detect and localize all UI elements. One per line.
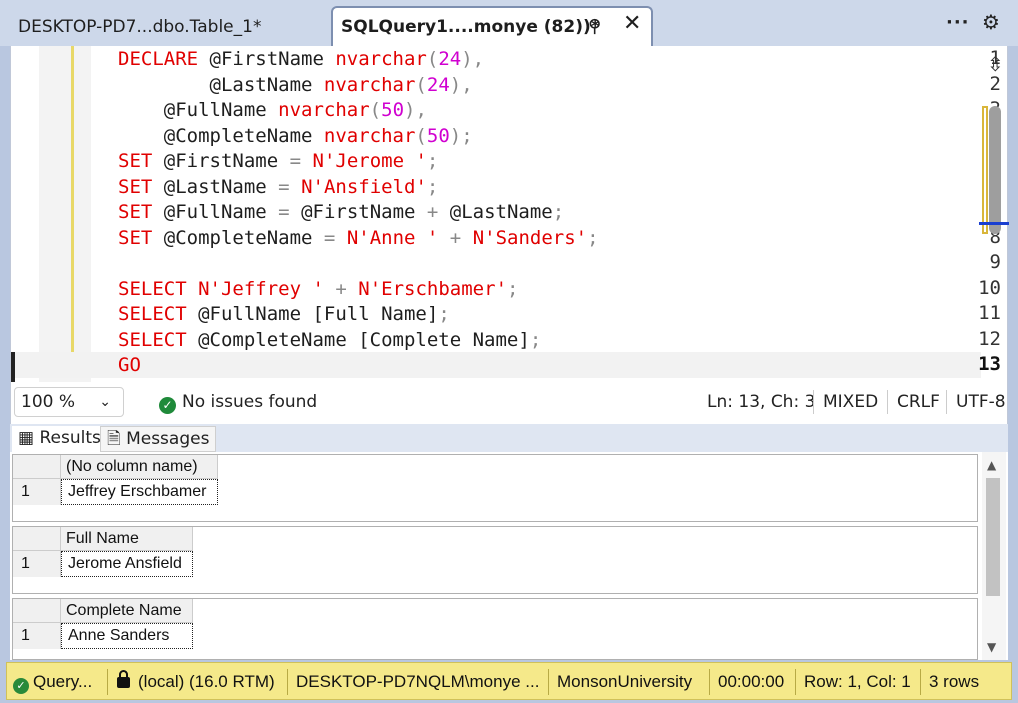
- line-ending[interactable]: CRLF: [897, 392, 940, 412]
- code-line-13: GO: [118, 354, 141, 376]
- split-editor-icon[interactable]: ⇳: [987, 52, 1004, 76]
- editor-scrollbar-thumb[interactable]: [989, 106, 1001, 234]
- grid-cell[interactable]: Jeffrey Erschbamer: [61, 479, 218, 505]
- cursor-position[interactable]: Ln: 13, Ch: 3: [707, 392, 815, 412]
- tab-sqlquery1[interactable]: SQLQuery1....monye (82))* ⚲ ✕: [331, 6, 653, 46]
- issues-text: No issues found: [182, 392, 318, 412]
- caret-position-marker: [979, 222, 1009, 225]
- result-grid-1[interactable]: (No column name) 1 Jeffrey Erschbamer: [12, 454, 978, 522]
- result-grid-3[interactable]: Complete Name 1 Anne Sanders: [12, 598, 978, 660]
- line-number: 12: [978, 328, 1001, 350]
- query-status: ✓ Query...: [13, 672, 92, 694]
- server-text: (local) (16.0 RTM): [138, 672, 275, 691]
- grid-corner: [13, 527, 61, 551]
- column-header[interactable]: Complete Name: [61, 599, 193, 623]
- line-number: 13: [978, 353, 1001, 375]
- row-number[interactable]: 1: [13, 623, 61, 649]
- line-number: 11: [978, 302, 1001, 324]
- tab-label: SQLQuery1....monye (82))*: [341, 17, 600, 37]
- tab-results[interactable]: ▦ Results: [12, 426, 107, 452]
- code-line-6: SET @LastName = N'Ansfield';: [118, 176, 439, 198]
- database-name: MonsonUniversity: [557, 672, 693, 691]
- results-pane: (No column name) 1 Jeffrey Erschbamer Fu…: [10, 452, 1008, 660]
- file-encoding[interactable]: UTF-8: [956, 392, 1006, 412]
- result-grid-2[interactable]: Full Name 1 Jerome Ansfield: [12, 526, 978, 594]
- chevron-down-icon: ⌄: [99, 394, 111, 410]
- tab-messages[interactable]: 🗎 Messages: [100, 426, 217, 452]
- more-options-icon[interactable]: ···: [946, 12, 970, 33]
- server-info: (local) (16.0 RTM): [117, 670, 275, 692]
- code-editor[interactable]: 1 2 3 4 5 6 7 8 9 10 11 12 13 DECLARE @F…: [10, 46, 1009, 382]
- line-number: 9: [989, 251, 1001, 273]
- issues-indicator[interactable]: ✓ No issues found: [159, 392, 317, 414]
- grid-cell[interactable]: Jerome Ansfield: [61, 551, 193, 577]
- grid-corner: [13, 455, 61, 479]
- column-header[interactable]: Full Name: [61, 527, 193, 551]
- results-tab-strip: ▦ Results 🗎 Messages: [10, 424, 1008, 452]
- grid-corner: [13, 599, 61, 623]
- column-header[interactable]: (No column name): [61, 455, 218, 479]
- code-line-7: SET @FullName = @FirstName + @LastName;: [118, 201, 565, 223]
- current-line-highlight: [11, 352, 981, 378]
- editor-status-row: 100 % ⌄ ✓ No issues found Ln: 13, Ch: 3 M…: [10, 382, 1008, 424]
- grid-cell[interactable]: Anne Sanders: [61, 623, 193, 649]
- line-number-gutter: [39, 46, 91, 382]
- indentation-mode[interactable]: MIXED: [823, 392, 878, 412]
- success-icon: ✓: [13, 678, 29, 694]
- line-number: 2: [989, 73, 1001, 95]
- code-line-5: SET @FirstName = N'Jerome ';: [118, 150, 439, 172]
- code-line-11: SELECT @FullName [Full Name];: [118, 303, 450, 325]
- check-icon: ✓: [159, 397, 176, 414]
- query-status-text: Query...: [33, 672, 93, 691]
- zoom-value: 100 %: [21, 392, 76, 412]
- zoom-select[interactable]: 100 % ⌄: [14, 387, 124, 417]
- pin-icon[interactable]: ⚲: [588, 16, 601, 37]
- row-number[interactable]: 1: [13, 551, 61, 577]
- lock-icon: [117, 670, 130, 688]
- code-line-3: @FullName nvarchar(50),: [118, 99, 427, 121]
- tab-label: Messages: [126, 429, 210, 449]
- code-line-4: @CompleteName nvarchar(50);: [118, 125, 473, 147]
- gear-icon[interactable]: ⚙: [982, 10, 1000, 34]
- code-line-2: @LastName nvarchar(24),: [118, 74, 473, 96]
- document-tab-strip: DESKTOP-PD7...dbo.Table_1* SQLQuery1....…: [0, 0, 1018, 46]
- code-line-1: DECLARE @FirstName nvarchar(24),: [118, 48, 485, 70]
- scroll-down-icon[interactable]: ▼: [987, 640, 996, 654]
- scroll-marker: [982, 106, 988, 234]
- scroll-up-icon[interactable]: ▲: [987, 458, 996, 472]
- tab-label: Results: [39, 428, 101, 448]
- line-number: 10: [978, 277, 1001, 299]
- row-number[interactable]: 1: [13, 479, 61, 505]
- results-scrollbar[interactable]: ▲ ▼: [982, 452, 1006, 660]
- tab-label: DESKTOP-PD7...dbo.Table_1*: [18, 17, 262, 37]
- query-status-bar: ✓ Query... (local) (16.0 RTM) DESKTOP-PD7…: [6, 662, 1012, 700]
- row-count: 3 rows: [929, 672, 980, 691]
- row-col-position: Row: 1, Col: 1: [804, 672, 911, 691]
- elapsed-time: 00:00:00: [718, 672, 785, 691]
- change-margin: [71, 46, 74, 352]
- line-indicator: [11, 352, 15, 382]
- close-icon[interactable]: ✕: [623, 11, 641, 36]
- tab-table-1[interactable]: DESKTOP-PD7...dbo.Table_1*: [10, 8, 328, 46]
- results-scrollbar-thumb[interactable]: [986, 478, 1000, 596]
- code-line-12: SELECT @CompleteName [Complete Name];: [118, 329, 542, 351]
- code-line-8: SET @CompleteName = N'Anne ' + N'Sanders…: [118, 227, 599, 249]
- user-info: DESKTOP-PD7NQLM\monye ...: [296, 672, 540, 691]
- code-line-10: SELECT N'Jeffrey ' + N'Erschbamer';: [118, 278, 519, 300]
